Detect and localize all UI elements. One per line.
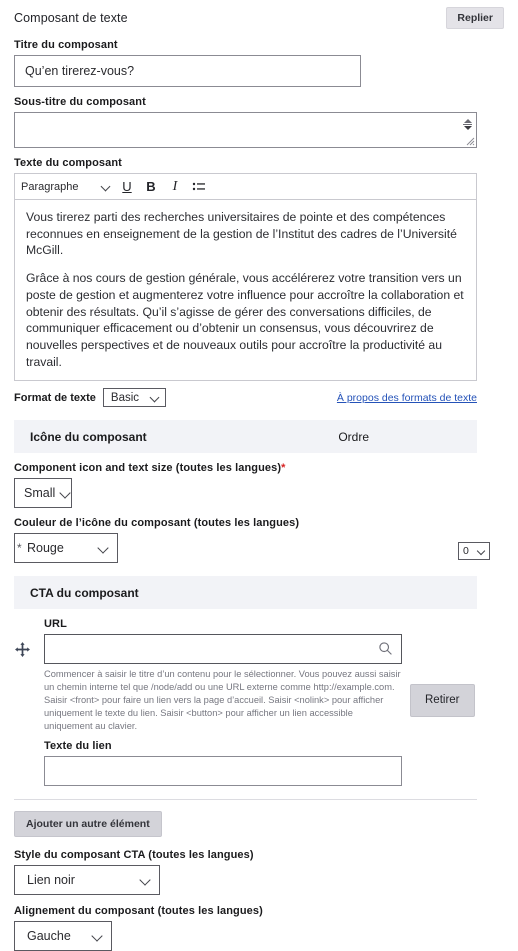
about-text-formats-link[interactable]: À propos des formats de texte (337, 392, 477, 404)
collapse-button[interactable]: Replier (446, 7, 504, 29)
remove-button[interactable]: Retirer (410, 683, 475, 717)
url-input[interactable] (44, 634, 402, 665)
editor-paragraph: Grâce à nos cours de gestion générale, v… (26, 271, 464, 369)
component-subtitle-label: Sous-titre du composant (14, 96, 146, 108)
field-cta-style: Style du composant CTA (toutes les langu… (14, 849, 504, 896)
cta-style-label: Style du composant CTA (toutes les langu… (14, 849, 254, 862)
icon-section-band: Icône du composant Ordre (14, 420, 477, 454)
field-component-body: Texte du composant Paragraphe U B I Vous… (14, 157, 504, 382)
icon-color-label: Couleur de l’icône du composant (toutes … (14, 517, 300, 530)
icon-section-title: Icône du composant (30, 429, 147, 444)
component-subtitle-wrapper (14, 112, 477, 148)
paragraph-format-value: Paragraphe (21, 180, 79, 193)
link-text-input[interactable] (44, 756, 402, 787)
alignment-select[interactable]: Gauche (14, 921, 112, 951)
component-subtitle-textarea[interactable] (14, 112, 477, 148)
text-format-value: Basic (110, 391, 140, 404)
url-field-wrapper (44, 634, 402, 665)
text-format-select[interactable]: Basic (102, 388, 166, 408)
cta-style-select[interactable]: Lien noir (14, 865, 160, 896)
icon-size-label: Component icon and text size (toutes les… (14, 462, 504, 474)
bold-button[interactable]: B (139, 176, 163, 198)
url-description-row: Commencer à saisir le titre d’un contenu… (44, 668, 504, 732)
editor-content[interactable]: Vous tirerez parti des recherches univer… (15, 200, 476, 380)
text-format-row: Format de texte Basic À propos des forma… (14, 388, 477, 408)
editor-paragraph: Vous tirerez parti des recherches univer… (26, 210, 457, 258)
textarea-resize-grip-icon[interactable] (465, 136, 475, 146)
textarea-spinner-icon[interactable] (460, 113, 475, 135)
chevron-down-icon (61, 488, 66, 499)
field-icon-size: Component icon and text size (toutes les… (14, 462, 504, 509)
icon-size-select[interactable]: Small (14, 478, 72, 509)
chevron-down-icon (141, 875, 152, 886)
chevron-down-icon (102, 182, 111, 191)
icon-color-side-marker: * (17, 541, 22, 556)
cta-section-title: CTA du composant (30, 585, 139, 600)
field-component-subtitle: Sous-titre du composant (14, 96, 504, 148)
chevron-down-icon (151, 393, 160, 402)
underline-button[interactable]: U (115, 176, 139, 198)
field-alignment: Alignement du composant (toutes les lang… (14, 905, 504, 951)
paragraph-format-select[interactable]: Paragraphe (21, 181, 115, 193)
text-format-label: Format de texte (14, 391, 96, 404)
divider (14, 799, 477, 801)
required-marker: * (281, 462, 286, 475)
url-description: Commencer à saisir le titre d’un contenu… (44, 669, 401, 731)
field-component-title: Titre du composant (14, 39, 504, 87)
chevron-down-icon (478, 547, 486, 555)
icon-color-value: Rouge (27, 541, 64, 556)
editor-toolbar: Paragraphe U B I (15, 174, 476, 200)
add-another-item-button[interactable]: Ajouter un autre élément (14, 811, 162, 838)
component-header: Composant de texte Replier (14, 0, 504, 30)
order-select[interactable]: 0 (458, 542, 490, 561)
component-edit-form: Composant de texte Replier Titre du comp… (0, 0, 518, 951)
bulleted-list-icon (192, 182, 205, 190)
cta-section-band: CTA du composant (14, 576, 477, 610)
icon-size-label-text: Component icon and text size (toutes les… (14, 462, 282, 475)
order-column-header: Ordre (338, 429, 369, 444)
rich-text-editor: Paragraphe U B I Vous tirerez parti des … (14, 173, 477, 382)
search-icon[interactable] (378, 641, 393, 656)
cta-style-value: Lien noir (27, 873, 75, 888)
component-title-input[interactable] (14, 55, 361, 87)
url-label: URL (44, 618, 67, 631)
chevron-down-icon (99, 543, 110, 554)
link-text-label: Texte du lien (44, 740, 112, 753)
italic-button[interactable]: I (163, 176, 187, 198)
chevron-down-icon (93, 931, 104, 942)
field-icon-color: Couleur de l’icône du composant (toutes … (14, 517, 504, 564)
bulleted-list-button[interactable] (187, 176, 211, 198)
component-body-label: Texte du composant (14, 157, 122, 169)
component-title-label: Titre du composant (14, 39, 118, 51)
component-title: Composant de texte (14, 11, 128, 25)
icon-color-select[interactable]: Rouge (14, 533, 118, 564)
cta-item: URL Commencer à saisir le titre d’un con… (14, 618, 504, 787)
alignment-value: Gauche (27, 929, 71, 944)
move-handle-icon[interactable] (14, 641, 31, 658)
icon-size-value: Small (24, 486, 56, 501)
order-value: 0 (463, 545, 469, 558)
alignment-label: Alignement du composant (toutes les lang… (14, 905, 263, 918)
